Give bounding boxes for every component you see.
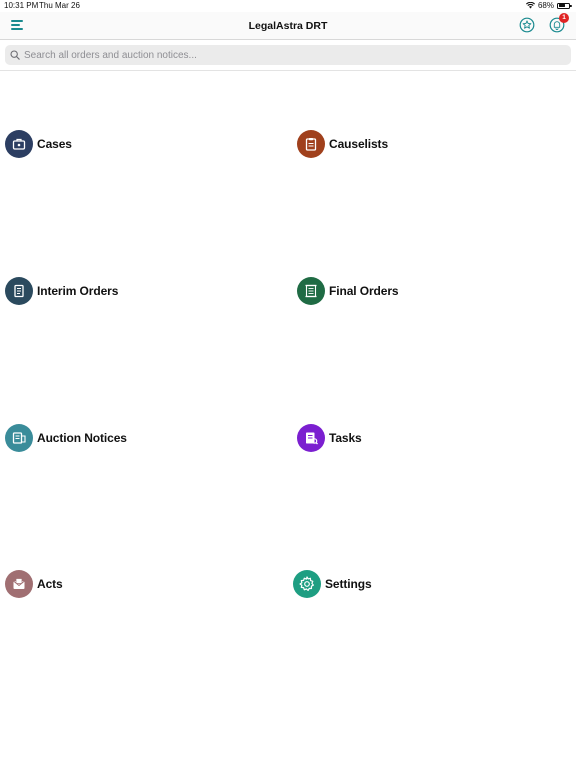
tile-settings[interactable]: Settings: [293, 569, 372, 599]
search-icon: [10, 50, 20, 60]
battery-percent: 68%: [537, 1, 554, 10]
tile-auction-notices[interactable]: Auction Notices: [5, 423, 127, 453]
tile-interim-orders[interactable]: Interim Orders: [5, 276, 118, 306]
battery-fill: [558, 4, 566, 7]
tile-final-orders[interactable]: Final Orders: [297, 276, 399, 306]
tile-causelists[interactable]: Causelists: [297, 129, 388, 159]
tile-label: Cases: [37, 137, 72, 151]
tile-label: Interim Orders: [37, 284, 119, 298]
search-box[interactable]: [5, 45, 571, 65]
envelope-icon: [5, 570, 33, 598]
status-date: Thu Mar 26: [39, 1, 80, 10]
gear-icon: [293, 570, 321, 598]
app-header: LegalAstra DRT 1: [0, 12, 576, 40]
tile-label: Acts: [37, 577, 63, 591]
status-indicators: 68%: [525, 1, 572, 10]
battery-icon: [557, 2, 572, 9]
search-input[interactable]: [24, 49, 544, 61]
tile-label: Settings: [325, 577, 372, 591]
tile-label: Tasks: [329, 431, 362, 445]
briefcase-icon: [5, 130, 33, 158]
tile-tasks[interactable]: Tasks: [297, 423, 362, 453]
star-badge-icon: [519, 17, 535, 33]
search-bar: [0, 41, 576, 71]
tile-acts[interactable]: Acts: [5, 569, 63, 599]
notice-icon: [5, 424, 33, 452]
clipboard-icon: [297, 130, 325, 158]
tile-cases[interactable]: Cases: [5, 129, 72, 159]
tile-label: Auction Notices: [37, 431, 127, 445]
favorites-button[interactable]: [519, 17, 535, 33]
wifi-icon: [525, 2, 535, 9]
notification-badge: 1: [559, 13, 569, 23]
task-list-icon: [297, 424, 325, 452]
scroll-icon: [297, 277, 325, 305]
tile-label: Causelists: [329, 137, 389, 151]
status-bar: 10:31 PM Thu Mar 26 68%: [0, 0, 576, 12]
status-time: 10:31 PM: [4, 1, 39, 10]
notifications-button[interactable]: 1: [549, 13, 569, 33]
document-icon: [5, 277, 33, 305]
page-title: LegalAstra DRT: [248, 20, 328, 32]
tile-label: Final Orders: [329, 284, 399, 298]
